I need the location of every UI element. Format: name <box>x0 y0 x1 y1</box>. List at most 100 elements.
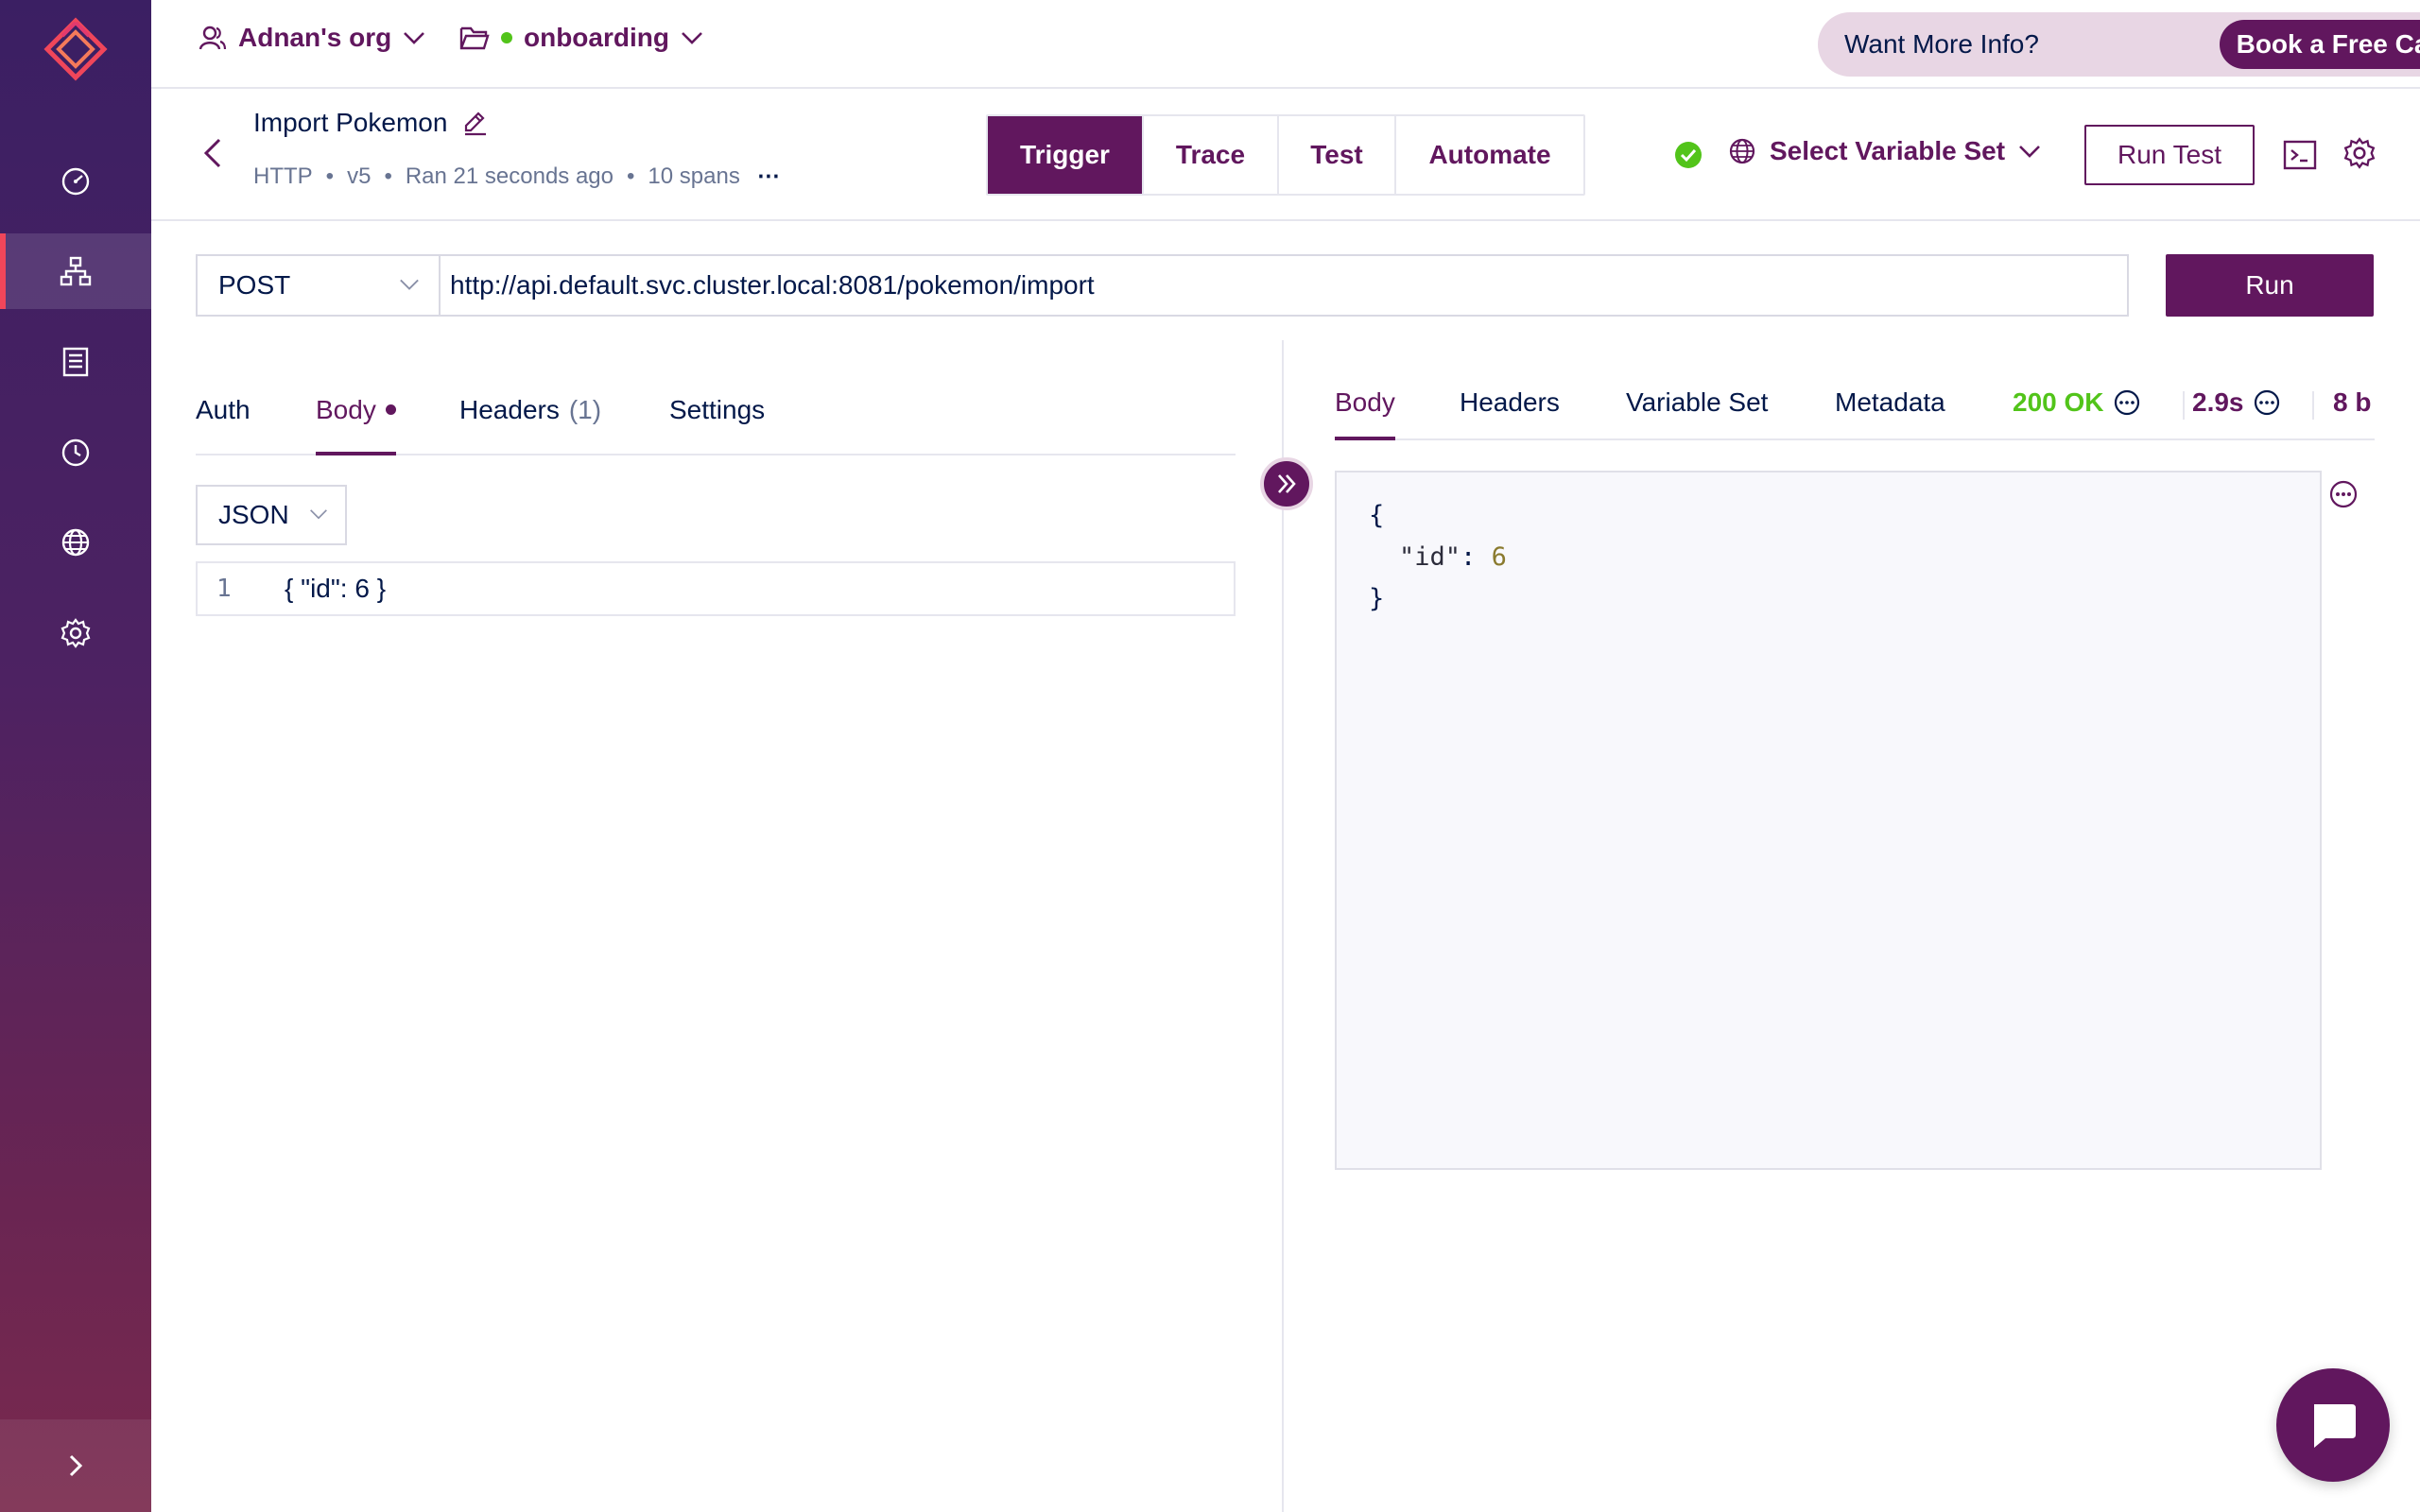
line-number: 1 <box>216 575 232 603</box>
more-circle-icon[interactable] <box>2329 480 2358 508</box>
response-status[interactable]: 200 OK <box>2013 387 2140 418</box>
status-text: 200 OK <box>2013 387 2104 417</box>
body-editor[interactable]: 1 { "id": 6 } <box>196 561 1236 616</box>
response-size: 8 b <box>2333 387 2371 418</box>
double-chevron-right-icon <box>1278 474 1296 493</box>
environment-name: onboarding <box>524 23 669 52</box>
more-actions-button[interactable]: ⋯ <box>757 163 780 190</box>
back-arrow-icon[interactable] <box>199 136 229 170</box>
json-value: 6 <box>1491 542 1507 572</box>
meta-last-run: Ran 21 seconds ago <box>405 163 614 189</box>
mode-tabs: Trigger Trace Test Automate <box>986 114 1585 196</box>
test-title: Import Pokemon <box>253 108 489 138</box>
globe-icon <box>1729 138 1755 164</box>
sidebar-item-runs[interactable] <box>0 415 151 490</box>
users-icon <box>199 26 227 50</box>
pane-divider[interactable] <box>1282 340 1284 1512</box>
json-key: "id" <box>1399 542 1461 572</box>
sidebar <box>0 0 151 1512</box>
headers-count: (1) <box>568 395 602 424</box>
modified-indicator <box>385 404 396 415</box>
tab-response-body[interactable]: Body <box>1335 380 1395 440</box>
chat-bubble-icon <box>2314 1404 2356 1448</box>
globe-icon <box>61 528 90 557</box>
chevron-down-icon <box>400 279 419 290</box>
sidebar-item-settings[interactable] <box>0 595 151 671</box>
tab-settings-label: Settings <box>669 395 766 424</box>
sidebar-expand-button[interactable] <box>0 1419 151 1512</box>
test-header: Import Pokemon HTTP • v5 • Ran 21 second… <box>151 89 2420 221</box>
size-text: 8 b <box>2333 387 2372 417</box>
request-tabs: Auth Body Headers (1) Settings <box>196 387 1236 455</box>
org-selector[interactable]: Adnan's org <box>199 23 425 53</box>
tab-auth[interactable]: Auth <box>196 387 251 455</box>
response-time[interactable]: 2.9s <box>2192 387 2280 418</box>
run-test-button[interactable]: Run Test <box>2084 125 2255 185</box>
top-bar: Adnan's org onboarding Want More Info? B… <box>151 0 2420 89</box>
meta-spans: 10 spans <box>648 163 740 189</box>
toggle-pane-button[interactable] <box>1260 457 1313 510</box>
tab-headers[interactable]: Headers (1) <box>459 387 601 455</box>
tab-body-label: Body <box>316 395 376 424</box>
tab-metadata[interactable]: Metadata <box>1835 380 1945 440</box>
tab-settings[interactable]: Settings <box>669 387 765 455</box>
gear-icon <box>60 618 91 648</box>
meta-version: v5 <box>347 163 372 189</box>
chevron-right-icon <box>69 1454 83 1477</box>
code-line: { "id": 6 } <box>285 574 387 603</box>
http-method-value: POST <box>218 270 291 300</box>
chevron-down-icon <box>2019 146 2040 158</box>
test-name: Import Pokemon <box>253 108 448 137</box>
run-button[interactable]: Run <box>2166 254 2374 317</box>
environment-selector[interactable]: onboarding <box>459 23 703 53</box>
promo-text: Want More Info? <box>1844 29 2039 59</box>
tab-test[interactable]: Test <box>1277 116 1394 194</box>
promo-banner: Want More Info? Book a Free Call <box>1818 12 2420 77</box>
sidebar-item-tests[interactable] <box>0 233 151 309</box>
tracetest-logo[interactable] <box>34 11 117 94</box>
tab-body[interactable]: Body <box>316 387 396 455</box>
environment-status-dot <box>501 32 512 43</box>
sidebar-item-environments[interactable] <box>0 505 151 580</box>
tab-trace[interactable]: Trace <box>1142 116 1277 194</box>
tab-variable-set[interactable]: Variable Set <box>1626 380 1768 440</box>
sidebar-item-dashboard[interactable] <box>0 142 151 217</box>
chat-support-button[interactable] <box>2276 1368 2390 1482</box>
more-circle-icon <box>2254 389 2279 416</box>
body-format-value: JSON <box>218 500 289 529</box>
body-format-select[interactable]: JSON <box>196 485 347 545</box>
meta-protocol: HTTP <box>253 163 313 189</box>
test-meta: HTTP • v5 • Ran 21 seconds ago • 10 span… <box>253 163 780 190</box>
separator <box>2183 391 2185 420</box>
tab-auth-label: Auth <box>196 395 251 424</box>
folder-open-icon <box>459 26 490 50</box>
terminal-icon[interactable] <box>2282 138 2318 172</box>
chevron-down-icon <box>310 509 327 520</box>
json-colon: : <box>1461 542 1477 572</box>
gear-icon[interactable] <box>2342 136 2377 170</box>
variable-set-selector[interactable]: Select Variable Set <box>1728 136 2041 166</box>
book-call-button[interactable]: Book a Free Call <box>2219 20 2420 69</box>
variable-set-label: Select Variable Set <box>1770 136 2006 165</box>
url-input[interactable]: http://api.default.svc.cluster.local:808… <box>439 254 2129 317</box>
tab-trigger[interactable]: Trigger <box>988 116 1142 194</box>
chevron-down-icon <box>682 32 702 44</box>
dashboard-gauge-icon <box>61 167 90 196</box>
sidebar-item-test-suites[interactable] <box>0 324 151 400</box>
meta-separator: • <box>325 163 335 189</box>
check-circle-icon <box>1675 142 1702 168</box>
json-line: "id": 6 <box>1369 537 2320 578</box>
org-name: Adnan's org <box>238 23 392 52</box>
separator <box>2312 391 2314 420</box>
response-body-viewer[interactable]: { "id": 6 } <box>1335 471 2322 1170</box>
list-document-icon <box>62 347 89 377</box>
http-method-select[interactable]: POST <box>196 254 439 317</box>
meta-separator: • <box>384 163 392 189</box>
tab-headers-label: Headers <box>459 395 560 424</box>
tab-automate[interactable]: Automate <box>1394 116 1583 194</box>
json-open-brace: { <box>1369 501 1385 530</box>
tab-response-headers[interactable]: Headers <box>1460 380 1560 440</box>
edit-pencil-icon[interactable] <box>462 110 489 136</box>
meta-separator: • <box>627 163 635 189</box>
response-tabs: Body Headers Variable Set Metadata 200 O… <box>1335 380 2375 440</box>
